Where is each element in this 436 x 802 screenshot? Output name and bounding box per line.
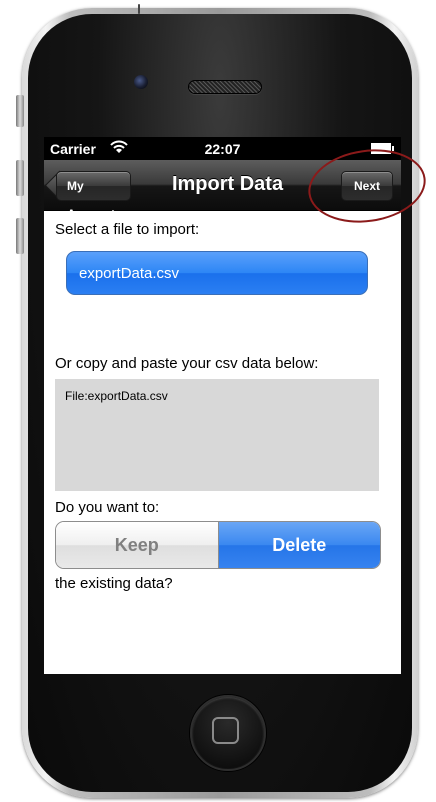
clock: 22:07 [204,141,241,157]
csv-text-area[interactable]: File:exportData.csv [55,379,379,491]
existing-data-label: the existing data? [55,575,173,592]
volume-down-button [16,218,24,254]
earpiece-speaker [188,80,262,94]
file-picker-button[interactable]: exportData.csv [66,251,368,295]
segment-keep[interactable]: Keep [56,522,219,568]
battery-icon [371,143,394,154]
next-button[interactable]: Next [340,171,393,201]
back-button[interactable]: My Accounts [56,171,131,221]
home-button[interactable] [190,695,266,771]
paste-label: Or copy and paste your csv data below: [55,355,319,372]
volume-up-button [16,160,24,196]
status-bar: Carrier 22:07 [44,137,401,160]
question-label: Do you want to: [55,499,160,516]
navigation-bar: My Accounts Import Data Next [44,160,401,221]
front-camera [134,75,148,89]
mute-switch [16,95,24,127]
screen: Carrier 22:07 My Accounts Import Data Ne… [44,137,401,674]
power-button [138,4,140,14]
segment-delete[interactable]: Delete [218,522,380,568]
keep-delete-segmented-control: Keep Delete [55,521,381,569]
home-square-icon [212,717,239,744]
